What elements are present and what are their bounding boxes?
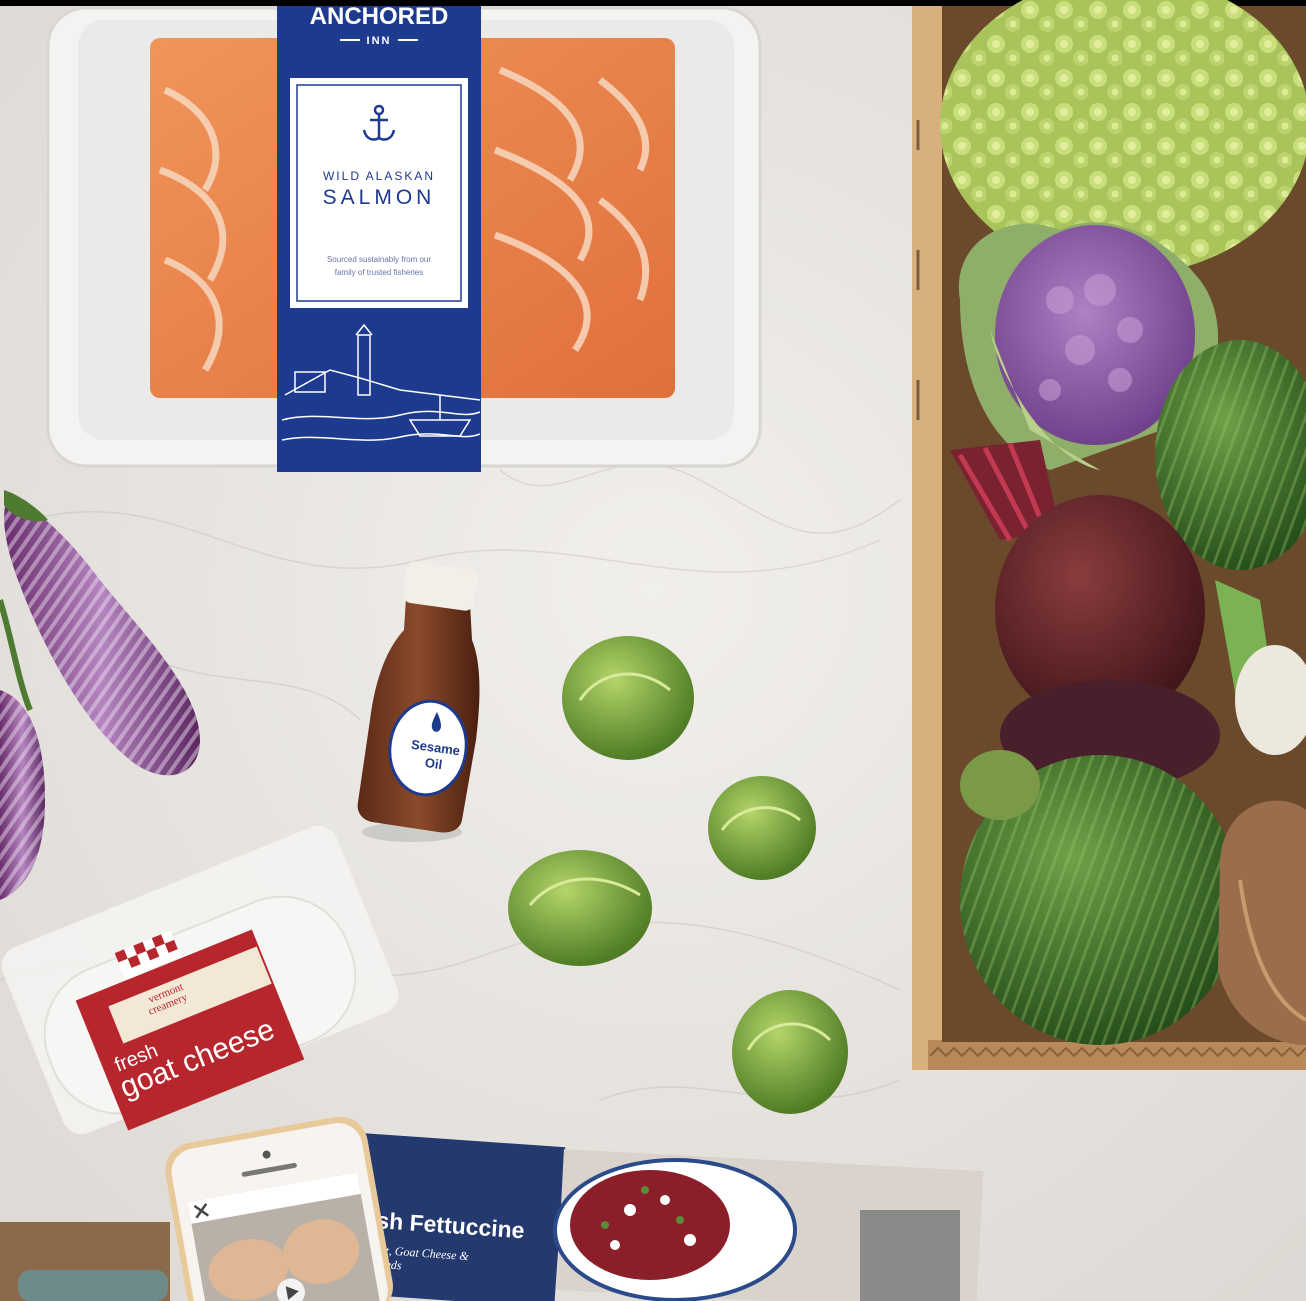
salmon-desc-line2: family of trusted fisheries xyxy=(335,268,423,277)
salmon-kind-line1: WILD ALASKAN xyxy=(323,169,435,183)
salmon-desc-line1: Sourced sustainably from our xyxy=(327,255,431,264)
salmon-brand-sub-text: INN xyxy=(367,35,392,47)
brussels-sprout xyxy=(508,850,652,966)
salmon-brand-text: ANCHORED xyxy=(310,3,449,30)
oil-label-line2: Oil xyxy=(424,755,443,772)
salmon-package: ANCHORED INN WILD ALASKAN SALMON Sourced… xyxy=(46,3,762,472)
salmon-kind-line2: SALMON xyxy=(323,186,436,209)
meal-kit-photo: ANCHORED INN WILD ALASKAN SALMON Sourced… xyxy=(0,0,1306,1301)
brussels-sprout xyxy=(732,990,848,1114)
